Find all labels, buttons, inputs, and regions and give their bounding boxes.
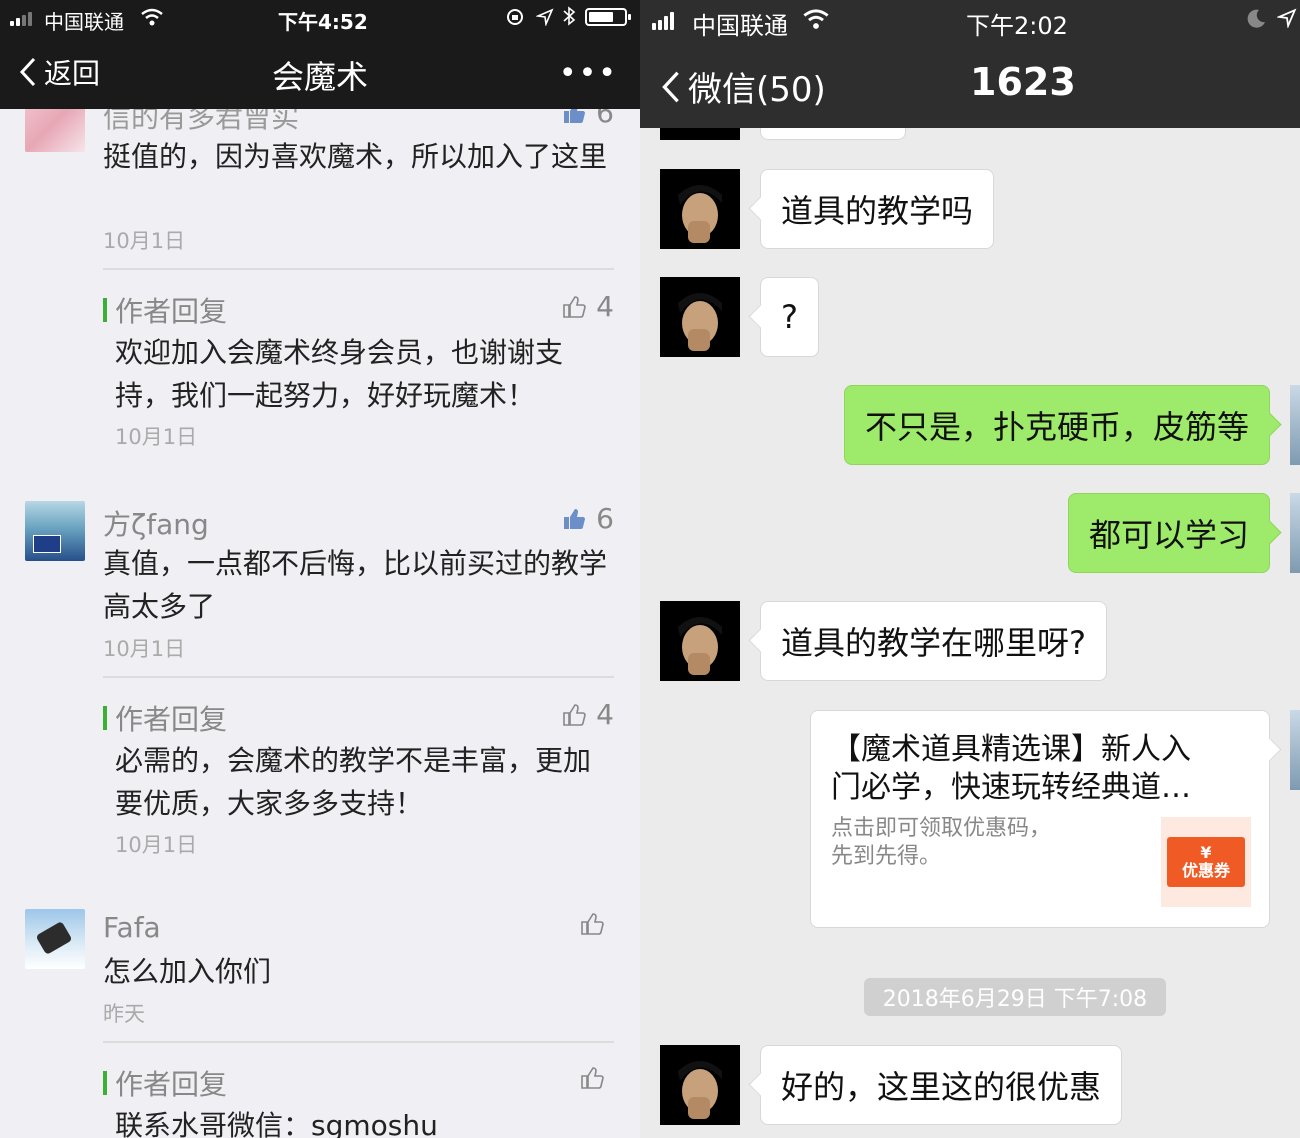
bluetooth-icon bbox=[563, 6, 576, 26]
card-title: 【魔术道具精选课】新人入 门必学，快速玩转经典道… bbox=[831, 732, 1191, 805]
commenter-name: 方ζfang bbox=[103, 508, 209, 541]
avatar[interactable] bbox=[25, 501, 85, 561]
message-bubble-outgoing[interactable]: 都可以学习 bbox=[1067, 493, 1270, 573]
reply-date: 10月1日 bbox=[115, 425, 198, 449]
comment-date: 昨天 bbox=[103, 1002, 145, 1026]
thumbs-up-icon bbox=[564, 508, 586, 529]
message-bubble-incoming[interactable]: 好的，这里这的很优惠 bbox=[760, 1045, 1123, 1125]
comment-text: 挺值的，因为喜欢魔术，所以加入了这里 bbox=[103, 140, 608, 173]
back-button[interactable]: 微信(50) bbox=[660, 62, 826, 111]
face-photo bbox=[678, 185, 722, 243]
battery-icon bbox=[585, 8, 631, 26]
like-button[interactable] bbox=[580, 912, 614, 936]
reply-text: 联系水哥微信：sgmoshu bbox=[115, 1109, 438, 1138]
do-not-disturb-icon bbox=[1247, 9, 1265, 28]
like-button[interactable]: 6 bbox=[562, 502, 614, 535]
signal-icon bbox=[10, 12, 32, 26]
avatar[interactable] bbox=[25, 909, 85, 969]
author-reply-label: 作者回复 bbox=[103, 1063, 227, 1103]
carrier-label: 中国联通 bbox=[692, 12, 788, 40]
commenter-name: Fafa bbox=[103, 911, 161, 944]
author-reply-label: 作者回复 bbox=[103, 698, 227, 738]
page-title: 会魔术 bbox=[271, 58, 368, 96]
divider bbox=[103, 1041, 614, 1043]
message-bubble-outgoing[interactable]: 不只是，扑克硬币，皮筋等 bbox=[843, 385, 1270, 465]
more-button[interactable]: ••• bbox=[559, 56, 618, 91]
avatar[interactable] bbox=[660, 169, 740, 249]
signal-icon bbox=[652, 12, 674, 30]
back-label: 微信(50) bbox=[688, 70, 826, 110]
like-count: 4 bbox=[596, 290, 614, 323]
reply-date: 10月1日 bbox=[115, 833, 198, 857]
comment-text: 怎么加入你们 bbox=[103, 955, 272, 988]
face-photo bbox=[678, 1061, 722, 1119]
comment-date: 10月1日 bbox=[103, 229, 186, 253]
timestamp-divider: 2018年6月29日 下午7:08 bbox=[864, 978, 1166, 1016]
location-icon bbox=[536, 8, 554, 26]
reply-marker bbox=[103, 706, 107, 730]
author-reply-label: 作者回复 bbox=[103, 290, 227, 330]
reply-text: 必需的，会魔术的教学不是丰富，更加要优质，大家多多支持！ bbox=[115, 744, 592, 820]
thumbs-up-outline-icon bbox=[563, 295, 586, 318]
left-screenshot: 中国联通 下午4:52 返回 会魔术 ••• 信的有多君曾实 6 挺值的，因为喜… bbox=[0, 0, 640, 1138]
thumbs-up-outline-icon bbox=[581, 913, 604, 935]
status-time: 下午2:02 bbox=[966, 12, 1068, 40]
avatar[interactable] bbox=[660, 601, 740, 681]
rotation-lock-icon bbox=[507, 9, 523, 25]
avatar[interactable] bbox=[660, 1045, 740, 1125]
reply-like-button[interactable]: 4 bbox=[562, 290, 614, 323]
status-time: 下午4:52 bbox=[278, 10, 368, 34]
divider bbox=[103, 268, 614, 270]
carrier-label: 中国联通 bbox=[44, 10, 124, 34]
chat-title: 1623 bbox=[970, 60, 1076, 104]
reply-label-text: 作者回复 bbox=[115, 295, 228, 328]
reply-label-text: 作者回复 bbox=[115, 1068, 228, 1101]
shared-link-card[interactable]: 【魔术道具精选课】新人入 门必学，快速玩转经典道… 点击即可领取优惠码， 先到先… bbox=[810, 710, 1270, 928]
right-screenshot: 中国联通 下午2:02 微信(50) 1623 道具的教学吗 ? 不只是，扑克硬… bbox=[640, 0, 1300, 1138]
face-photo bbox=[678, 293, 722, 351]
like-count: 6 bbox=[596, 502, 614, 535]
wifi-icon bbox=[803, 9, 829, 29]
comment-date: 10月1日 bbox=[103, 637, 186, 661]
message-bubble-incoming[interactable]: 道具的教学在哪里呀? bbox=[760, 601, 1107, 681]
message-bubble-incoming[interactable]: 道具的教学吗 bbox=[760, 169, 995, 249]
card-description: 点击即可领取优惠码， 先到先得。 bbox=[831, 816, 1052, 869]
reply-marker bbox=[103, 298, 107, 322]
comment-text: 真值，一点都不后悔，比以前买过的教学高太多了 bbox=[103, 547, 608, 623]
chat-nav-bar: 中国联通 下午2:02 微信(50) 1623 bbox=[640, 0, 1300, 128]
thumbs-up-outline-icon bbox=[563, 703, 586, 726]
divider bbox=[103, 676, 614, 678]
message-bubble-incoming[interactable]: ? bbox=[760, 277, 819, 357]
reply-label-text: 作者回复 bbox=[115, 703, 228, 736]
face-photo bbox=[678, 617, 722, 675]
like-count: 4 bbox=[596, 698, 614, 731]
location-icon bbox=[1277, 8, 1297, 28]
reply-like-button[interactable] bbox=[580, 1066, 614, 1090]
chevron-left-icon bbox=[662, 71, 679, 102]
avatar[interactable] bbox=[660, 277, 740, 357]
reply-marker bbox=[103, 1071, 107, 1095]
coupon-thumbnail: ¥ 优惠券 bbox=[1161, 817, 1251, 907]
self-avatar-partial bbox=[1290, 385, 1300, 465]
reply-like-button[interactable]: 4 bbox=[562, 698, 614, 731]
coupon-icon: ¥ 优惠券 bbox=[1167, 837, 1245, 887]
reply-text: 欢迎加入会魔术终身会员，也谢谢支持，我们一起努力，好好玩魔术！ bbox=[115, 336, 564, 412]
wifi-icon bbox=[141, 8, 163, 26]
thumbs-up-outline-icon bbox=[581, 1067, 604, 1089]
self-avatar-partial bbox=[1290, 710, 1300, 790]
left-nav-bar: 中国联通 下午4:52 返回 会魔术 ••• bbox=[0, 0, 640, 109]
self-avatar-partial bbox=[1290, 493, 1300, 573]
